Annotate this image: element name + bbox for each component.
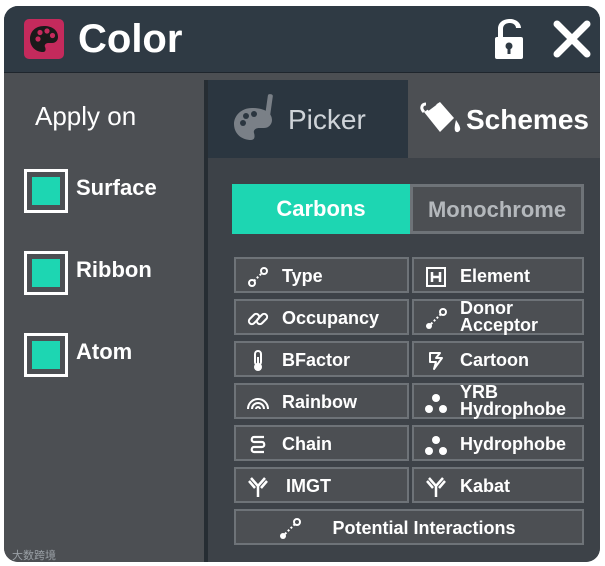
watermark: 大数跨境 bbox=[12, 550, 56, 562]
apply-on-title: Apply on bbox=[35, 101, 137, 131]
link-icon bbox=[247, 312, 269, 326]
scheme-imgt-label: IMGT bbox=[286, 476, 331, 496]
monochrome-toggle[interactable]: Monochrome bbox=[410, 184, 584, 234]
scheme-panel: Picker Schemes Carbons Monochrome Type E… bbox=[208, 80, 600, 562]
checkbox-fill bbox=[32, 341, 60, 369]
scheme-element-label: Element bbox=[460, 266, 531, 286]
scheme-bfactor-button[interactable]: BFactor bbox=[234, 341, 409, 377]
color-window: Color Apply on Surface Ribbon Atom Picke… bbox=[4, 6, 600, 562]
monochrome-label: Monochrome bbox=[427, 197, 567, 222]
chain-icon bbox=[250, 435, 266, 454]
scheme-kabat-label: Kabat bbox=[460, 476, 511, 496]
title-bar: Color bbox=[4, 6, 600, 73]
carbons-label: Carbons bbox=[276, 196, 366, 221]
surface-checkbox[interactable]: Surface bbox=[24, 169, 194, 213]
ribbon-checkbox[interactable]: Ribbon bbox=[24, 251, 194, 295]
type-icon bbox=[248, 267, 268, 287]
antibody-icon bbox=[248, 477, 268, 497]
paint-bucket-icon bbox=[420, 102, 461, 133]
scheme-potential-interactions-label: Potential Interactions bbox=[332, 518, 516, 538]
scheme-hydrophobe-button[interactable]: Hydrophobe bbox=[412, 425, 584, 461]
tab-schemes-label: Schemes bbox=[466, 104, 589, 135]
checkbox-box bbox=[24, 333, 68, 377]
scheme-yrb-label: YRB Hydrophobe bbox=[460, 383, 566, 419]
scheme-chain-button[interactable]: Chain bbox=[234, 425, 409, 461]
element-icon bbox=[426, 267, 446, 287]
scheme-yrb-hydrophobe-button[interactable]: YRB Hydrophobe bbox=[412, 383, 584, 419]
checkbox-box bbox=[24, 251, 68, 295]
thermometer-icon bbox=[254, 350, 262, 371]
molecule-icon bbox=[425, 436, 447, 455]
scheme-bfactor-label: BFactor bbox=[282, 350, 351, 370]
scheme-imgt-button[interactable]: IMGT bbox=[234, 467, 409, 503]
tab-picker[interactable]: Picker bbox=[208, 80, 408, 158]
scheme-occupancy-button[interactable]: Occupancy bbox=[234, 299, 409, 335]
acceptor-text: Acceptor bbox=[460, 315, 539, 335]
close-button[interactable] bbox=[552, 18, 592, 60]
scheme-hydrophobe-label: Hydrophobe bbox=[460, 434, 566, 454]
yrb-hydrophobe-text: Hydrophobe bbox=[460, 399, 566, 419]
rainbow-icon bbox=[247, 398, 269, 410]
close-icon bbox=[553, 20, 591, 58]
palette-icon bbox=[24, 19, 64, 59]
atom-checkbox[interactable]: Atom bbox=[24, 333, 194, 377]
donor-acceptor-icon bbox=[426, 308, 447, 329]
checkbox-label: Atom bbox=[76, 339, 133, 364]
scheme-rainbow-label: Rainbow bbox=[282, 392, 357, 412]
scheme-type-button[interactable]: Type bbox=[234, 257, 409, 293]
apply-on-panel: Apply on Surface Ribbon Atom bbox=[4, 73, 204, 562]
scheme-cartoon-label: Cartoon bbox=[460, 350, 529, 370]
palette-brush-icon bbox=[234, 94, 273, 140]
scheme-occupancy-label: Occupancy bbox=[282, 308, 380, 328]
checkbox-fill bbox=[32, 177, 60, 205]
tab-schemes[interactable]: Schemes bbox=[408, 80, 600, 158]
scheme-cartoon-button[interactable]: Cartoon bbox=[412, 341, 584, 377]
carbons-toggle[interactable]: Carbons bbox=[232, 184, 410, 234]
cartoon-icon bbox=[429, 352, 443, 370]
scheme-kabat-button[interactable]: Kabat bbox=[412, 467, 584, 503]
antibody-icon bbox=[426, 477, 446, 497]
window-title: Color bbox=[78, 17, 183, 61]
scheme-donor-acceptor-label: Donor Acceptor bbox=[460, 299, 539, 335]
checkbox-fill bbox=[32, 259, 60, 287]
checkbox-label: Surface bbox=[76, 175, 157, 200]
tab-picker-label: Picker bbox=[288, 104, 366, 135]
scheme-chain-label: Chain bbox=[282, 434, 333, 454]
scheme-donor-acceptor-button[interactable]: Donor Acceptor bbox=[412, 299, 584, 335]
scheme-rainbow-button[interactable]: Rainbow bbox=[234, 383, 409, 419]
scheme-potential-interactions-button[interactable]: Potential Interactions bbox=[234, 509, 584, 545]
scheme-element-button[interactable]: Element bbox=[412, 257, 584, 293]
checkbox-label: Ribbon bbox=[76, 257, 152, 282]
molecule-icon bbox=[425, 394, 447, 413]
scheme-type-label: Type bbox=[282, 266, 323, 286]
unlock-icon[interactable] bbox=[492, 18, 528, 60]
checkbox-box bbox=[24, 169, 68, 213]
